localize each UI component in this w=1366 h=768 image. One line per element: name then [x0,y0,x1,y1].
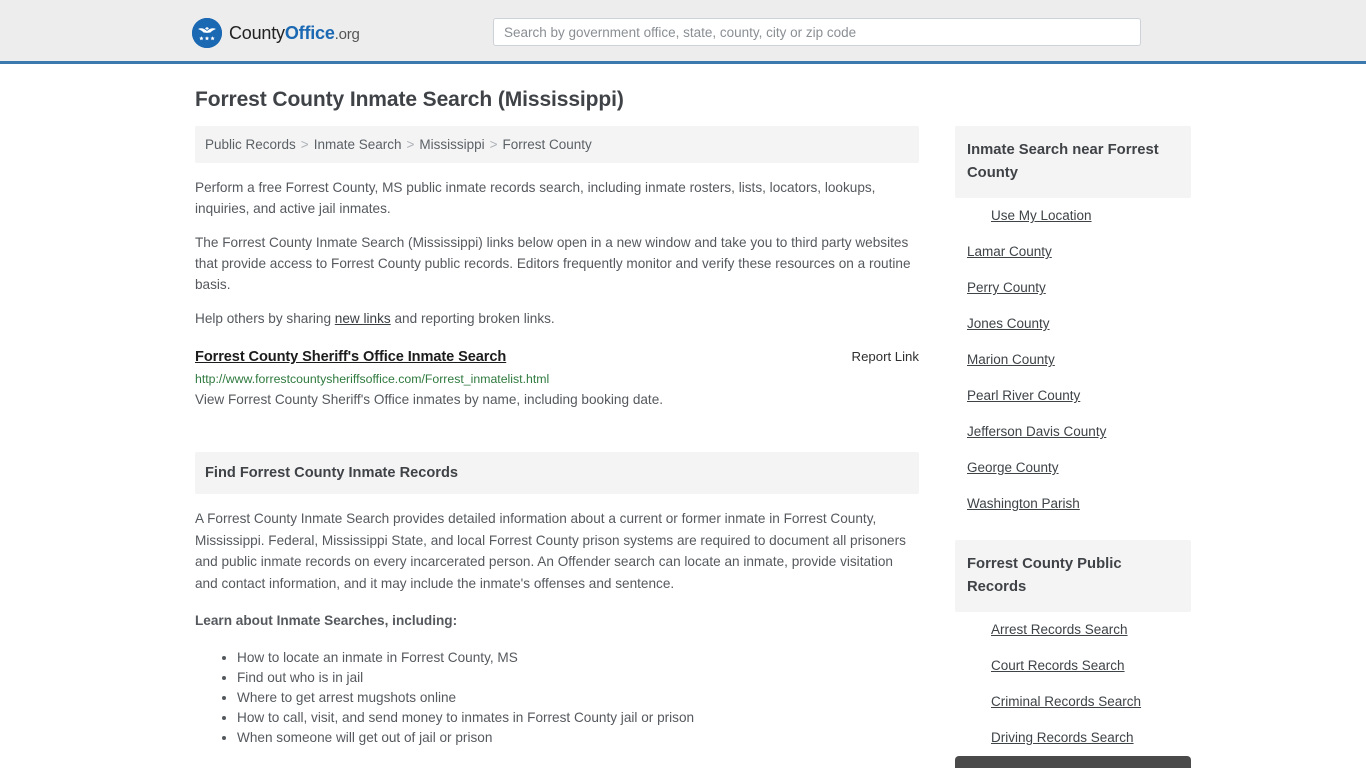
sidebar-link-label[interactable]: Marion County [955,342,1191,378]
inmate-search-topics-list: How to locate an inmate in Forrest Count… [195,648,919,748]
content-row: Public Records > Inmate Search > Mississippi… [195,126,1191,768]
sidebar-link-label[interactable]: Arrest Records Search [955,612,1191,648]
sidebar-link-label[interactable]: Driving Records Search [955,720,1191,756]
sidebar-item-arrest-records-search[interactable]: Arrest Records Search [955,612,1191,648]
breadcrumb-separator: > [406,137,415,152]
sidebar-link-label[interactable]: Court Records Search [955,648,1191,684]
sidebar-link-label[interactable]: Use My Location [955,198,1191,234]
site-logo[interactable]: CountyOffice.org [192,18,360,48]
eagle-shield-icon [192,18,222,48]
list-item: How to call, visit, and send money to in… [237,708,919,728]
sidebar-link-label[interactable]: Pearl River County [955,378,1191,414]
result-title-link[interactable]: Forrest County Sheriff's Office Inmate S… [195,349,506,365]
records-panel-body: A Forrest County Inmate Search provides … [195,494,919,748]
share-text-after: and reporting broken links. [390,311,555,326]
intro-paragraph-3: Help others by sharing new links and rep… [195,308,919,329]
sidebar-nearby-heading: Inmate Search near Forrest County [955,126,1191,198]
sidebar-public-records-box: Forrest County Public Records Arrest Rec… [955,540,1191,768]
breadcrumb-separator: > [489,137,498,152]
sidebar-item-jefferson-davis-county[interactable]: Jefferson Davis County [955,414,1191,450]
breadcrumb-item-public-records[interactable]: Public Records [205,137,296,152]
intro-paragraph-1: Perform a free Forrest County, MS public… [195,180,876,216]
sidebar-link-label[interactable]: Lamar County [955,234,1191,270]
share-text-before: Help others by sharing [195,311,335,326]
sidebar-item-criminal-records-search[interactable]: Criminal Records Search [955,684,1191,720]
new-links-link[interactable]: new links [335,311,391,326]
search-bar[interactable] [493,18,1141,46]
sidebar-nearby-list: Use My Location Lamar County Perry Count… [955,198,1191,522]
records-panel-paragraph: A Forrest County Inmate Search provides … [195,511,906,591]
result-url: http://www.forrestcountysheriffsoffice.c… [195,372,550,386]
records-panel-heading: Find Forrest County Inmate Records [195,452,919,494]
sidebar-link-label[interactable]: Jefferson Davis County [955,414,1191,450]
result-description: View Forrest County Sheriff's Office inm… [195,392,664,407]
site-header: CountyOffice.org [0,0,1366,64]
sidebar-item-inmate-search[interactable]: Inmate Search [955,756,1191,768]
result-header-row: Forrest County Sheriff's Office Inmate S… [195,349,919,365]
sidebar-item-court-records-search[interactable]: Court Records Search [955,648,1191,684]
sidebar-item-pearl-river-county[interactable]: Pearl River County [955,378,1191,414]
page-body: Forrest County Inmate Search (Mississipp… [0,88,1366,768]
sidebar: Inmate Search near Forrest County Use My… [955,126,1191,768]
sidebar-divider [955,522,1191,540]
sidebar-item-marion-county[interactable]: Marion County [955,342,1191,378]
list-item: When someone will get out of jail or pri… [237,728,919,748]
breadcrumb: Public Records > Inmate Search > Mississippi… [195,126,919,163]
sidebar-link-label[interactable]: George County [955,450,1191,486]
sidebar-link-label[interactable]: Jones County [955,306,1191,342]
list-item: Where to get arrest mugshots online [237,688,919,708]
sidebar-item-driving-records-search[interactable]: Driving Records Search [955,720,1191,756]
sidebar-item-jones-county[interactable]: Jones County [955,306,1191,342]
logo-text-county: County [229,22,285,43]
sidebar-public-records-list: Arrest Records Search Court Records Sear… [955,612,1191,768]
content-container: Forrest County Inmate Search (Mississipp… [187,88,1191,768]
logo-text-org: .org [334,25,360,43]
logo-wordmark: CountyOffice.org [229,23,360,44]
sidebar-public-records-heading: Forrest County Public Records [955,540,1191,612]
report-link-button[interactable]: Report Link [852,349,919,364]
intro-paragraph-2: The Forrest County Inmate Search (Missis… [195,235,911,292]
records-panel: Find Forrest County Inmate Records A For… [195,452,919,748]
breadcrumb-separator: > [300,137,309,152]
sidebar-link-label[interactable]: Washington Parish [955,486,1191,522]
result-item: Forrest County Sheriff's Office Inmate S… [195,349,919,410]
sidebar-link-label[interactable]: Criminal Records Search [955,684,1191,720]
breadcrumb-item-inmate-search[interactable]: Inmate Search [314,137,402,152]
list-item: How to locate an inmate in Forrest Count… [237,648,919,668]
sidebar-nearby-box: Inmate Search near Forrest County Use My… [955,126,1191,522]
sidebar-item-washington-parish[interactable]: Washington Parish [955,486,1191,522]
sidebar-item-lamar-county[interactable]: Lamar County [955,234,1191,270]
breadcrumb-item-forrest-county[interactable]: Forrest County [503,137,592,152]
sidebar-link-label[interactable]: Perry County [955,270,1191,306]
page-title: Forrest County Inmate Search (Mississipp… [195,88,624,111]
sidebar-item-george-county[interactable]: George County [955,450,1191,486]
sidebar-item-perry-county[interactable]: Perry County [955,270,1191,306]
breadcrumb-item-mississippi[interactable]: Mississippi [419,137,484,152]
list-item: Find out who is in jail [237,668,919,688]
sidebar-link-label[interactable]: Inmate Search [955,756,1191,768]
logo-text-office: Office [284,22,335,43]
search-input[interactable] [493,18,1141,46]
main-column: Public Records > Inmate Search > Mississippi… [195,126,919,748]
sidebar-item-use-my-location[interactable]: Use My Location [955,198,1191,234]
learn-about-label: Learn about Inmate Searches, including: [195,613,458,628]
